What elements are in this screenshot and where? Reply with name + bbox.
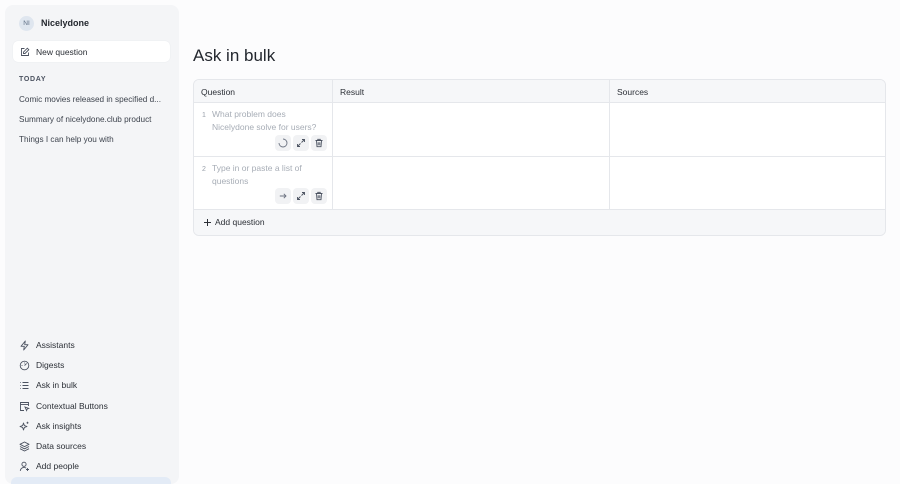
- sidebar-item-ask-insights[interactable]: Ask insights: [19, 419, 81, 433]
- new-question-button[interactable]: New question: [13, 41, 170, 62]
- user-plus-icon: [19, 461, 30, 472]
- workspace-switcher[interactable]: NI Nicelydone: [19, 15, 89, 31]
- delete-button[interactable]: [311, 188, 327, 204]
- expand-button[interactable]: [293, 188, 309, 204]
- expand-icon: [296, 191, 306, 201]
- sparkles-icon: [19, 421, 30, 432]
- sidebar-item-label: Add people: [36, 461, 80, 471]
- column-divider: [332, 80, 333, 210]
- sidebar-item-add-people[interactable]: Add people: [19, 459, 79, 473]
- list-icon: [19, 380, 30, 391]
- history-item[interactable]: Comic movies released in specified d...: [19, 95, 169, 104]
- dashboard-gauge-icon: [19, 360, 30, 371]
- table-header: Question Result Sources: [194, 80, 885, 103]
- row-number: 1: [202, 112, 206, 119]
- sidebar-item-assistants[interactable]: Assistants: [19, 338, 75, 352]
- sidebar-item-digests[interactable]: Digests: [19, 358, 64, 372]
- bulk-questions-table: Question Result Sources 1 What problem d…: [193, 79, 886, 236]
- new-question-label: New question: [36, 46, 88, 57]
- delete-button[interactable]: [311, 135, 327, 151]
- sidebar-selected-item[interactable]: [11, 477, 171, 484]
- sidebar-item-ask-in-bulk[interactable]: Ask in bulk: [19, 378, 77, 392]
- expand-button[interactable]: [293, 135, 309, 151]
- row-actions: [275, 188, 327, 204]
- question-input[interactable]: What problem does Nicelydone solve for u…: [212, 108, 327, 134]
- trash-icon: [314, 138, 324, 148]
- section-label-today: TODAY: [19, 76, 47, 83]
- submit-button[interactable]: [275, 188, 291, 204]
- cursor-window-icon: [19, 401, 30, 412]
- history-item[interactable]: Things I can help you with: [19, 135, 169, 144]
- column-header-sources: Sources: [617, 86, 649, 97]
- question-input[interactable]: Type in or paste a list of questions: [212, 162, 327, 188]
- table-footer: Add question: [194, 210, 885, 235]
- bolt-icon: [19, 340, 30, 351]
- plus-icon: [203, 218, 212, 227]
- sidebar-item-label: Data sources: [36, 441, 87, 451]
- sidebar-item-label: Ask insights: [36, 421, 82, 431]
- history-item[interactable]: Summary of nicelydone.club product: [19, 115, 169, 124]
- page-title: Ask in bulk: [193, 46, 276, 65]
- sidebar-item-contextual-buttons[interactable]: Contextual Buttons: [19, 399, 108, 413]
- table-row: 2 Type in or paste a list of questions: [194, 157, 885, 210]
- row-number: 2: [202, 166, 206, 173]
- column-header-result: Result: [340, 86, 365, 97]
- workspace-name: Nicelydone: [41, 18, 90, 28]
- sidebar-item-label: Contextual Buttons: [36, 401, 108, 411]
- column-header-question: Question: [201, 86, 236, 97]
- trash-icon: [314, 191, 324, 201]
- edit-icon: [20, 47, 30, 57]
- workspace-avatar: NI: [19, 15, 34, 31]
- spinner-icon: [278, 138, 288, 148]
- row-actions: [275, 135, 327, 151]
- arrow-right-icon: [278, 191, 288, 201]
- sidebar-item-label: Digests: [36, 360, 65, 370]
- layers-icon: [19, 441, 30, 452]
- sidebar-item-label: Ask in bulk: [36, 380, 78, 390]
- add-question-button[interactable]: Add question: [203, 217, 265, 227]
- loading-button[interactable]: [275, 135, 291, 151]
- table-row: 1 What problem does Nicelydone solve for…: [194, 103, 885, 157]
- add-question-label: Add question: [215, 217, 265, 227]
- sidebar: NI Nicelydone New question TODAY Comic m…: [5, 5, 179, 484]
- sidebar-item-label: Assistants: [36, 340, 75, 350]
- expand-icon: [296, 138, 306, 148]
- sidebar-item-data-sources[interactable]: Data sources: [19, 439, 86, 453]
- column-divider: [609, 80, 610, 210]
